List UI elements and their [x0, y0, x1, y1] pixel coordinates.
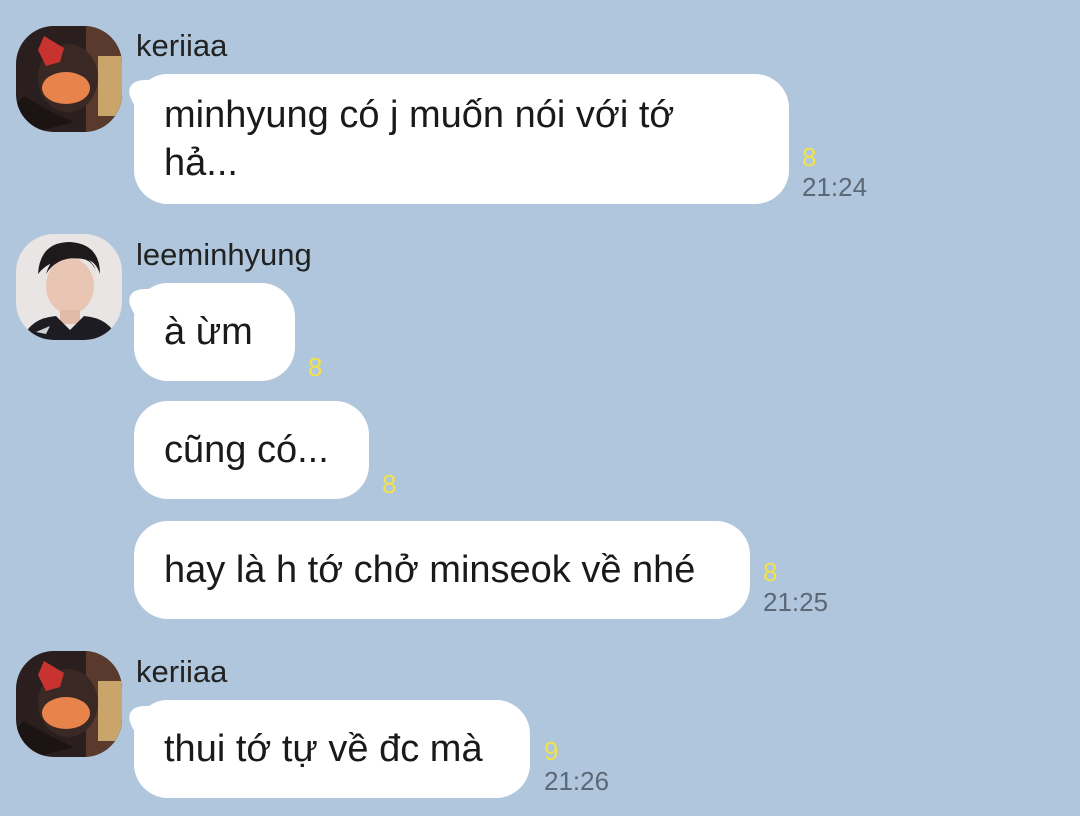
message-meta: 8: [308, 352, 322, 382]
message-bubble[interactable]: minhyung có j muốn nói với tớ hả...: [134, 74, 789, 204]
message-bubble[interactable]: cũng có...: [134, 401, 369, 499]
message-bubble[interactable]: thui tớ tự về đc mà: [134, 700, 530, 798]
leeminhyung-avatar-icon: [16, 234, 122, 340]
keriiaa-avatar-icon: [16, 26, 122, 132]
message-meta: 9 21:26: [544, 736, 609, 796]
message-meta: 8: [382, 469, 396, 499]
message-text: à ừm: [164, 311, 253, 353]
sender-name: leeminhyung: [136, 237, 312, 272]
message-bubble[interactable]: à ừm: [134, 283, 295, 381]
read-count: 8: [802, 142, 817, 172]
message-text: thui tớ tự về đc mà: [164, 728, 483, 770]
sender-name: keriiaa: [136, 28, 228, 63]
read-count: 8: [382, 469, 397, 499]
timestamp: 21:24: [802, 172, 868, 202]
message-meta: 8 21:25: [763, 557, 828, 617]
avatar-keriiaa[interactable]: [16, 26, 122, 132]
avatar-leeminhyung[interactable]: [16, 234, 122, 340]
avatar-keriiaa[interactable]: [16, 651, 122, 757]
timestamp: 21:26: [544, 766, 610, 796]
timestamp: 21:25: [763, 587, 829, 617]
keriiaa-avatar-icon: [16, 651, 122, 757]
message-text: cũng có...: [164, 429, 329, 471]
read-count: 8: [763, 557, 778, 587]
message-text: hay là h tớ chở minseok về nhé: [164, 549, 696, 591]
message-bubble[interactable]: hay là h tớ chở minseok về nhé: [134, 521, 750, 619]
read-count: 9: [544, 736, 559, 766]
message-meta: 8 21:24: [802, 142, 867, 202]
message-text: minhyung có j muốn nói với tớ hả...: [164, 94, 675, 184]
read-count: 8: [308, 352, 323, 382]
sender-name: keriiaa: [136, 654, 228, 689]
